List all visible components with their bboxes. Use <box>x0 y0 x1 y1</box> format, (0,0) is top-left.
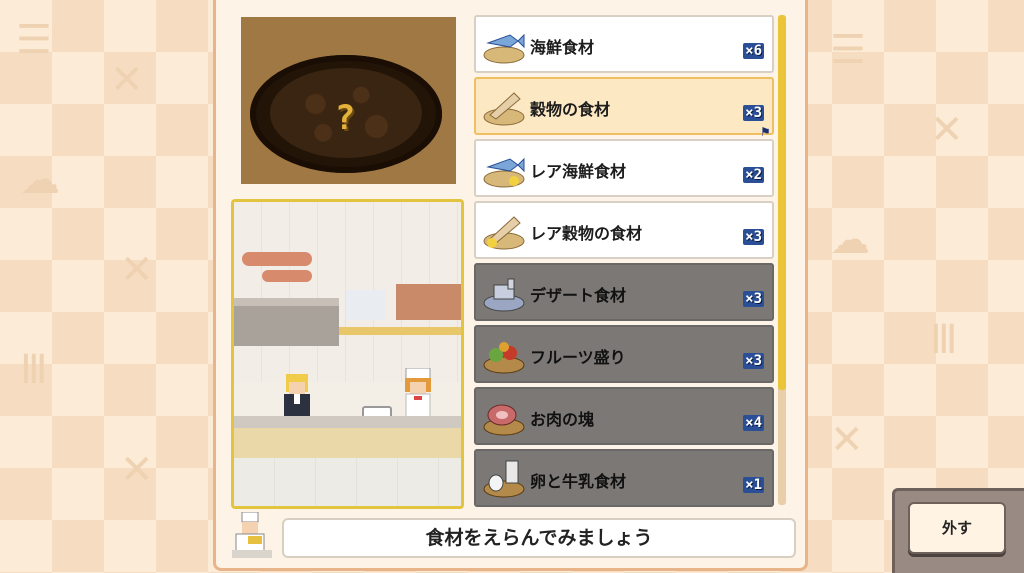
fork-knife-icon: ✕ <box>120 247 154 293</box>
ingredient-item[interactable]: 海鮮食材 ×6 <box>474 15 774 73</box>
ingredient-count: ×3 <box>743 229 764 245</box>
plates-icon: ☰ <box>16 17 52 63</box>
ingredient-count: ×3 <box>743 105 764 121</box>
rare-grain-icon <box>480 209 526 253</box>
ingredient-item[interactable]: フルーツ盛り ×3 <box>474 325 774 383</box>
meat-icon <box>480 395 526 439</box>
ingredient-count: ×2 <box>743 167 764 183</box>
staff-character <box>284 374 310 418</box>
ingredient-item[interactable]: 穀物の食材 ×3 ⚑ <box>474 77 774 139</box>
ingredient-count: ×3 <box>743 353 764 369</box>
range-hood <box>234 306 339 346</box>
counter-top <box>234 416 461 428</box>
fork-knife-icon: ✕ <box>830 417 864 463</box>
kitchen-floor <box>234 458 461 506</box>
list-scroll-thumb[interactable] <box>778 15 786 390</box>
dessert-icon <box>480 271 526 315</box>
ingredient-count: ×4 <box>743 415 764 431</box>
counter <box>234 428 461 458</box>
rare-fish-icon <box>480 147 526 191</box>
fish-icon <box>480 23 526 67</box>
kitchen-scene <box>231 199 464 509</box>
wall-stripe <box>339 327 461 335</box>
ingredient-name: 卵と牛乳食材 <box>530 472 627 491</box>
bottles-icon: Ⅲ <box>930 317 958 363</box>
ingredient-name: レア海鮮食材 <box>530 162 627 181</box>
ingredient-item[interactable]: レア穀物の食材 ×3 <box>474 201 774 259</box>
fork-knife-icon: ✕ <box>930 107 964 153</box>
ingredient-count: ×1 <box>743 477 764 493</box>
egg-milk-icon <box>480 457 526 501</box>
ingredient-list[interactable]: 海鮮食材 ×6 穀物の食材 ×3 ⚑ レア海鮮食材 ×2 レア穀物の食材 ×3 デザート食材 ×3 フ… <box>474 15 776 511</box>
chef-hat-icon: ☁ <box>20 157 60 203</box>
grain-bundle-icon <box>480 85 526 129</box>
cabinet <box>396 284 461 320</box>
ingredient-item[interactable]: レア海鮮食材 ×2 <box>474 139 774 197</box>
chef-character <box>405 368 431 419</box>
ingredient-name: 海鮮食材 <box>530 38 595 57</box>
fork-knife-icon: ✕ <box>120 447 154 493</box>
ingredient-count: ×3 <box>743 291 764 307</box>
flag-icon: ⚑ <box>760 125 771 139</box>
ingredient-count: ×6 <box>743 43 764 59</box>
ingredient-name: 穀物の食材 <box>530 100 611 119</box>
ingredient-item[interactable]: お肉の塊 ×4 <box>474 387 774 445</box>
pipe <box>262 270 312 282</box>
menu-board <box>346 290 386 320</box>
instruction-message: 食材をえらんでみましょう <box>282 518 796 558</box>
ingredient-name: フルーツ盛り <box>530 348 626 367</box>
plates-icon: ☰ <box>830 27 866 73</box>
ingredient-name: お肉の塊 <box>530 410 595 429</box>
ingredient-name: レア穀物の食材 <box>530 224 643 243</box>
remove-button[interactable]: 外す <box>908 502 1006 554</box>
ingredient-item[interactable]: デザート食材 ×3 <box>474 263 774 321</box>
pipe <box>242 252 312 266</box>
mascot-chef-icon <box>232 512 272 558</box>
fork-knife-icon: ✕ <box>110 57 144 103</box>
bottles-icon: Ⅲ <box>20 347 48 393</box>
fruit-basket-icon <box>480 333 526 377</box>
ingredient-name: デザート食材 <box>530 286 627 305</box>
unknown-dish-mark: ? <box>334 98 356 138</box>
chef-hat-icon: ☁ <box>830 217 870 263</box>
ingredient-item[interactable]: 卵と牛乳食材 ×1 <box>474 449 774 507</box>
